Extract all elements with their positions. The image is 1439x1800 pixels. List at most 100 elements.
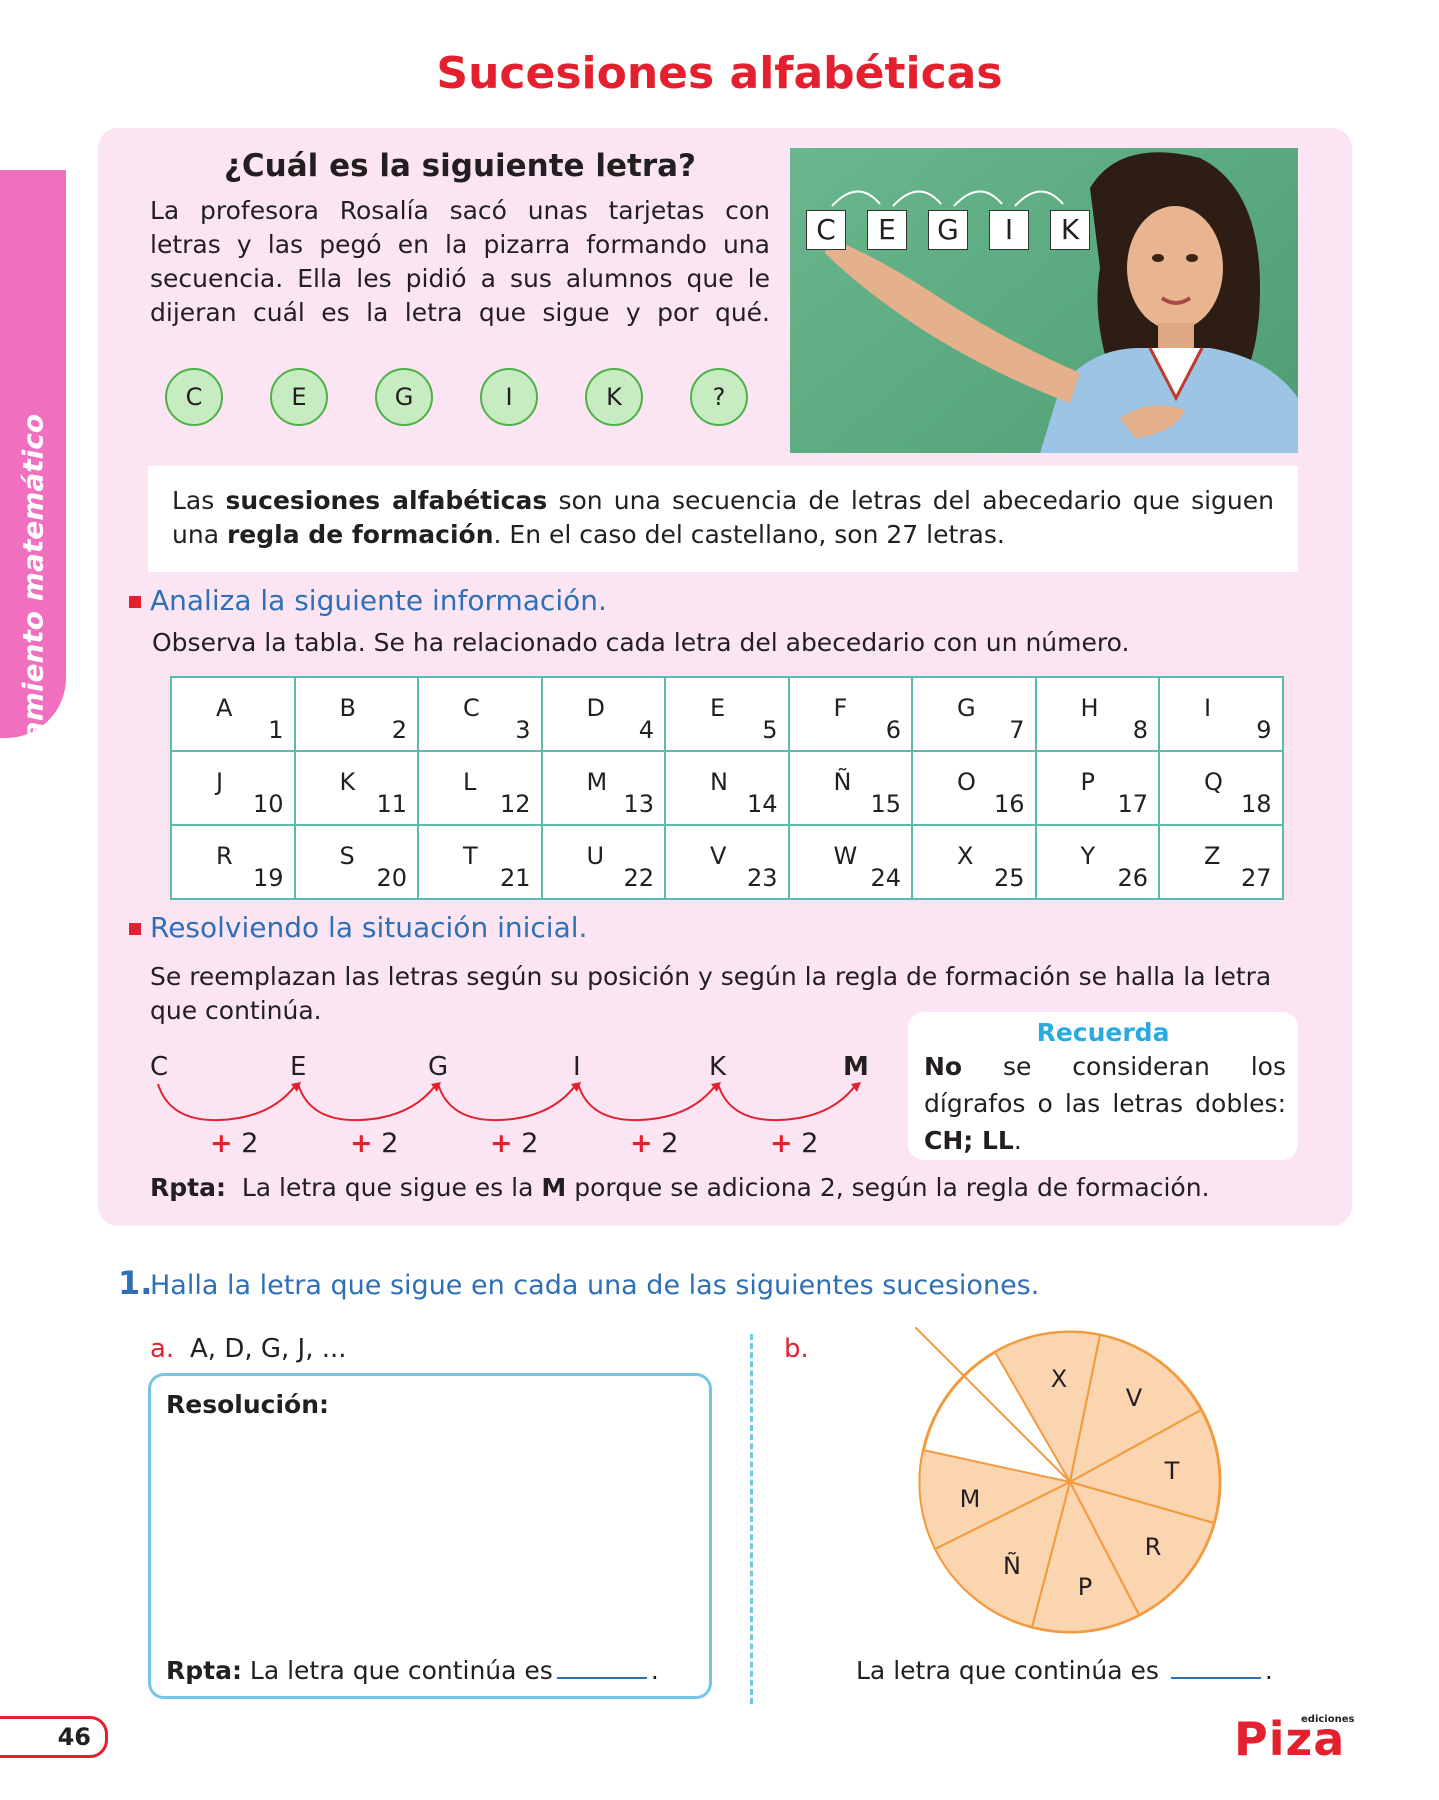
plus-icon: + [350, 1128, 373, 1159]
alphabet-number: 15 [870, 790, 901, 818]
reminder-title: Recuerda [1036, 1018, 1170, 1047]
alphabet-cell: T 21 [417, 824, 543, 900]
alphabet-cell: F6 [787, 676, 913, 752]
alphabet-cell: J 10 [170, 750, 296, 826]
exercise-a-answer: Rpta: La letra que continúa es. [166, 1656, 659, 1685]
alphabet-number: 20 [376, 864, 407, 892]
alphabet-row: A1B2C3D4E5F6G7H8I9 [170, 676, 1284, 752]
board-card: I [989, 210, 1029, 250]
answer-text: La letra que continúa es [241, 1656, 553, 1685]
alphabet-number: 14 [746, 790, 778, 818]
step-label: + 2 [210, 1128, 258, 1159]
alphabet-cell: E5 [664, 676, 790, 752]
exercise-b-label: b. [784, 1334, 809, 1364]
answer-label: Rpta: [166, 1656, 242, 1685]
reminder-text: No se consideran los dígrafos o las letr… [924, 1048, 1286, 1159]
intro-text: La profesora Rosalía sacó unas tarjetas … [150, 196, 770, 327]
definition-part: Las [172, 486, 226, 515]
alphabet-letter: N [710, 768, 728, 796]
alphabet-number: 6 [885, 716, 901, 744]
alphabet-letter: O [957, 768, 976, 796]
exercise-a-sequence: A, D, G, J, ... [190, 1334, 347, 1364]
alphabet-cell: L 12 [417, 750, 543, 826]
alphabet-letter: W [833, 842, 858, 870]
answer-statement: Rpta: La letra que sigue es la M porque … [150, 1173, 1210, 1202]
sequence-arrows [157, 1082, 861, 1122]
plus-icon: + [490, 1128, 513, 1159]
definition-part: . En el caso del castellano, son 27 letr… [493, 520, 1005, 549]
wheel-letter: Ñ [1003, 1550, 1021, 1580]
alphabet-cell: C3 [417, 676, 543, 752]
sequence-letter: G [428, 1052, 449, 1082]
alphabet-cell: I9 [1158, 676, 1284, 752]
definition-bold-term: sucesiones alfabéticas [225, 486, 548, 515]
alphabet-row: R 19 S 20 T 21 U 22 V 23 W 24 X 25 Y 26 Z 27 [170, 824, 1284, 900]
board-card: C [806, 210, 846, 250]
alphabet-letter: M [586, 768, 608, 796]
alphabet-number: 9 [1256, 716, 1272, 744]
exercise-b-answer: La letra que continúa es . [856, 1656, 1273, 1685]
alphabet-cell: M 13 [540, 750, 666, 826]
section-heading: Analiza la siguiente información. [150, 584, 607, 617]
alphabet-number: 18 [1240, 790, 1272, 818]
step-label: + 2 [490, 1128, 538, 1159]
step-label: + 2 [630, 1128, 678, 1159]
section-text: Observa la tabla. Se ha relacionado cada… [152, 628, 1130, 657]
alphabet-letter: T [463, 842, 478, 870]
alphabet-letter: I [1204, 694, 1212, 722]
alphabet-cell: B2 [293, 676, 419, 752]
alphabet-letter: X [957, 842, 974, 870]
sequence-answer-letter: M [843, 1052, 869, 1082]
step-value: 2 [801, 1128, 819, 1159]
sequence-circle: K [585, 368, 643, 426]
wheel-letter: M [960, 1485, 981, 1513]
alphabet-cell: U 22 [540, 824, 666, 900]
definition-bold-term: regla de formación [226, 520, 494, 549]
sequence-circle-question: ? [690, 368, 748, 426]
question-title: ¿Cuál es la siguiente letra? [223, 148, 697, 184]
plus-icon: + [770, 1128, 793, 1159]
page-title: Sucesiones alfabéticas [436, 48, 1003, 99]
alphabet-number: 10 [252, 790, 284, 818]
alphabet-letter: R [216, 842, 233, 870]
answer-label: Rpta: [150, 1173, 226, 1202]
page-number: 46 [0, 1716, 108, 1758]
alphabet-cell: W 24 [787, 824, 913, 900]
sequence-circle: I [480, 368, 538, 426]
alphabet-number: 5 [762, 716, 778, 744]
alphabet-cell: V 23 [664, 824, 790, 900]
reminder-bold: CH; LL [924, 1126, 1014, 1155]
alphabet-letter: Ñ [833, 768, 852, 796]
alphabet-cell: K 11 [293, 750, 419, 826]
wheel-letter: T [1164, 1457, 1180, 1485]
definition-text: Las sucesiones alfabéticas son una secue… [172, 484, 1274, 552]
alphabet-letter: L [463, 768, 477, 796]
alphabet-letter: J [216, 768, 224, 796]
alphabet-cell: R 19 [170, 824, 296, 900]
alphabet-number: 8 [1132, 716, 1148, 744]
resolution-label: Resolución: [166, 1390, 329, 1419]
step-value: 2 [381, 1128, 399, 1159]
answer-part: La letra que sigue es la [225, 1173, 542, 1202]
section-heading: Resolviendo la situación inicial. [150, 911, 588, 944]
sequence-letter: C [150, 1052, 169, 1082]
wheel-letter: V [1126, 1384, 1143, 1412]
bullet-square [129, 596, 141, 608]
sequence-letter: E [290, 1052, 307, 1082]
answer-blank[interactable] [556, 1677, 647, 1679]
alphabet-letter: A [216, 694, 233, 722]
publisher-logo: Piza [1234, 1712, 1346, 1766]
alphabet-number: 16 [993, 790, 1025, 818]
reminder-box: Recuerda No se consideran los dígrafos o… [908, 1012, 1298, 1160]
alphabet-cell: Z 27 [1158, 824, 1284, 900]
alphabet-number: 22 [623, 864, 654, 892]
alphabet-row: J 10 K 11 L 12 M 13 N 14 Ñ 15 O 16 P 17 Q 18 [170, 750, 1284, 826]
board-card: G [928, 210, 968, 250]
exercise-a-label: a. [150, 1334, 175, 1364]
alphabet-cell: Ñ 15 [787, 750, 913, 826]
resolution-box[interactable] [148, 1373, 712, 1699]
sequence-circle: C [165, 368, 223, 426]
reminder-part: . [1013, 1126, 1022, 1155]
alphabet-letter: C [463, 694, 480, 722]
answer-blank[interactable] [1170, 1677, 1261, 1679]
